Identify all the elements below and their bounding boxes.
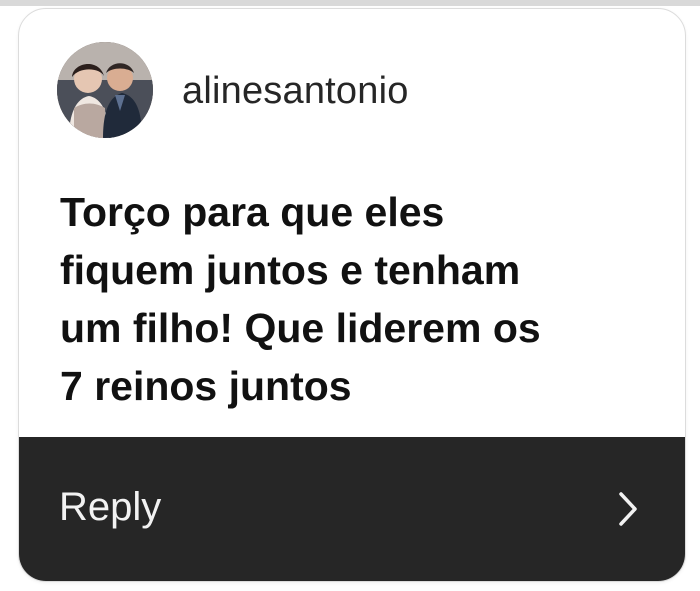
chevron-right-icon: [619, 492, 637, 526]
comment-header: alinesantonio: [19, 9, 685, 179]
reply-label: Reply: [59, 485, 162, 529]
comment-text: Torço para que eles fiquem juntos e tenh…: [60, 189, 541, 409]
avatar[interactable]: [57, 42, 153, 138]
username[interactable]: alinesantonio: [182, 70, 409, 113]
avatar-photo-icon: [57, 42, 153, 138]
reply-button[interactable]: Reply: [19, 437, 685, 581]
comment-card: alinesantonio Torço para que eles fiquem…: [18, 8, 686, 582]
top-divider: [0, 0, 700, 6]
